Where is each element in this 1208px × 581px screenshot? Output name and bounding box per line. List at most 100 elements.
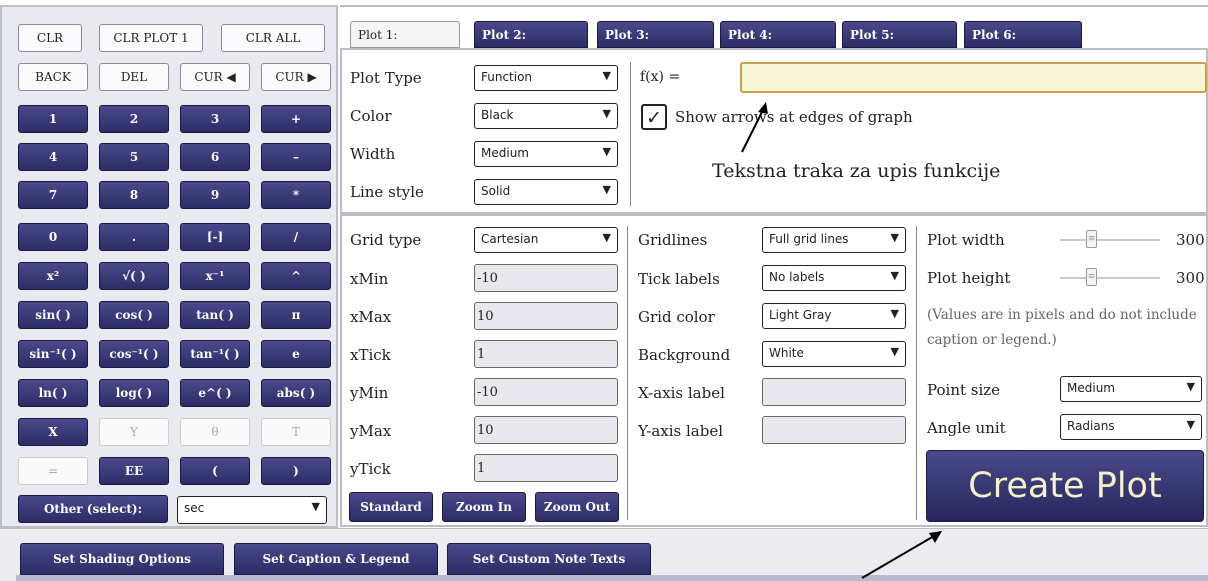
line-style-value: Solid [481,184,511,198]
angle-unit-select[interactable]: Radians ▼ [1060,414,1202,440]
key-equals[interactable]: = [18,457,88,485]
create-plot-button[interactable]: Create Plot [926,450,1204,522]
key-abs[interactable]: abs( ) [261,379,331,407]
ytick-input[interactable]: 1 [474,454,618,482]
plot-height-value: 300 [1176,269,1205,287]
key-square[interactable]: x² [18,262,88,290]
clr-plot-1-button[interactable]: CLR PLOT 1 [99,24,203,52]
key-3[interactable]: 3 [180,105,250,133]
background-value: White [769,346,804,360]
key-sin[interactable]: sin( ) [18,301,88,329]
key-close-paren[interactable]: ) [261,457,331,485]
set-caption-legend-button[interactable]: Set Caption & Legend [234,543,438,575]
key-tan[interactable]: tan( ) [180,301,250,329]
key-2[interactable]: 2 [99,105,169,133]
plot-height-slider-thumb[interactable]: ≡ [1086,268,1097,286]
key-minus[interactable]: – [261,143,331,171]
key-log[interactable]: log( ) [99,379,169,407]
tab-plot-6[interactable]: Plot 6: [964,21,1082,48]
width-value: Medium [481,146,529,160]
key-cos[interactable]: cos( ) [99,301,169,329]
cursor-left-button[interactable]: CUR ◀ [180,63,250,91]
ymax-input[interactable]: 10 [474,416,618,444]
key-9[interactable]: 9 [180,181,250,209]
key-arcsin[interactable]: sin⁻¹( ) [18,340,88,368]
tab-plot-3[interactable]: Plot 3: [597,21,714,48]
standard-button[interactable]: Standard [349,492,433,522]
tick-labels-label: Tick labels [638,270,720,288]
grid-color-select[interactable]: Light Gray ▼ [762,303,906,329]
key-e[interactable]: e [261,340,331,368]
background-select[interactable]: White ▼ [762,341,906,367]
key-1[interactable]: 1 [18,105,88,133]
key-arctan[interactable]: tan⁻¹( ) [180,340,250,368]
gridlines-select[interactable]: Full grid lines ▼ [762,227,906,253]
width-select[interactable]: Medium ▼ [474,141,618,167]
line-style-select[interactable]: Solid ▼ [474,179,618,205]
key-open-paren[interactable]: ( [180,457,250,485]
color-select[interactable]: Black ▼ [474,103,618,129]
tab-plot-4[interactable]: Plot 4: [720,21,836,48]
tab-plot-1[interactable]: Plot 1: [350,21,460,48]
point-size-value: Medium [1067,381,1115,395]
key-5[interactable]: 5 [99,143,169,171]
key-ee[interactable]: EE [99,457,169,485]
plot-type-select[interactable]: Function ▼ [474,65,618,91]
key-negate[interactable]: [-] [180,223,250,251]
set-custom-note-texts-button[interactable]: Set Custom Note Texts [447,543,651,575]
color-value: Black [481,108,514,122]
key-power[interactable]: ^ [261,262,331,290]
key-ln[interactable]: ln( ) [18,379,88,407]
grid-type-value: Cartesian [481,232,539,246]
x-axis-label-input[interactable] [762,378,906,406]
other-select-button[interactable]: Other (select): [18,495,168,523]
del-button[interactable]: DEL [99,63,169,91]
grid-color-label: Grid color [638,308,715,326]
tab-plot-5[interactable]: Plot 5: [842,21,957,48]
clr-button[interactable]: CLR [18,24,82,52]
back-button[interactable]: BACK [18,63,88,91]
xmax-input[interactable]: 10 [474,302,618,330]
cursor-right-button[interactable]: CUR ▶ [261,63,331,91]
function-input[interactable] [740,62,1207,93]
y-axis-label-input[interactable] [762,416,906,444]
key-exp[interactable]: e^( ) [180,379,250,407]
tick-labels-select[interactable]: No labels ▼ [762,265,906,291]
x-axis-label-label: X-axis label [638,384,725,402]
key-multiply[interactable]: * [261,181,331,209]
tab-plot-2[interactable]: Plot 2: [474,21,588,48]
key-divide[interactable]: / [261,223,331,251]
other-function-select[interactable]: sec ▼ [177,496,327,524]
dropdown-arrow-icon: ▼ [1186,380,1195,393]
ymin-input[interactable]: -10 [474,378,618,406]
key-arccos[interactable]: cos⁻¹( ) [99,340,169,368]
key-6[interactable]: 6 [180,143,250,171]
plot-height-slider[interactable] [1060,277,1160,279]
key-reciprocal[interactable]: x⁻¹ [180,262,250,290]
key-t[interactable]: T [261,418,331,446]
set-shading-options-button[interactable]: Set Shading Options [20,543,224,575]
plot-width-slider[interactable] [1060,239,1160,241]
key-x[interactable]: X [18,418,88,446]
key-theta[interactable]: θ [180,418,250,446]
key-plus[interactable]: + [261,105,331,133]
xmin-input[interactable]: -10 [474,264,618,292]
key-decimal[interactable]: . [99,223,169,251]
grid-type-select[interactable]: Cartesian ▼ [474,227,618,253]
plot-height-label: Plot height [927,269,1011,287]
show-arrows-checkbox[interactable]: ✓ [641,104,667,130]
key-sqrt[interactable]: √( ) [99,262,169,290]
clr-all-button[interactable]: CLR ALL [221,24,325,52]
zoom-in-button[interactable]: Zoom In [442,492,526,522]
key-8[interactable]: 8 [99,181,169,209]
key-0[interactable]: 0 [18,223,88,251]
key-4[interactable]: 4 [18,143,88,171]
point-size-select[interactable]: Medium ▼ [1060,376,1202,402]
grid-type-label: Grid type [350,231,422,249]
key-pi[interactable]: π [261,301,331,329]
key-7[interactable]: 7 [18,181,88,209]
plot-width-slider-thumb[interactable]: ≡ [1086,230,1097,248]
zoom-out-button[interactable]: Zoom Out [535,492,619,522]
xtick-input[interactable]: 1 [474,340,618,368]
key-y[interactable]: Y [99,418,169,446]
